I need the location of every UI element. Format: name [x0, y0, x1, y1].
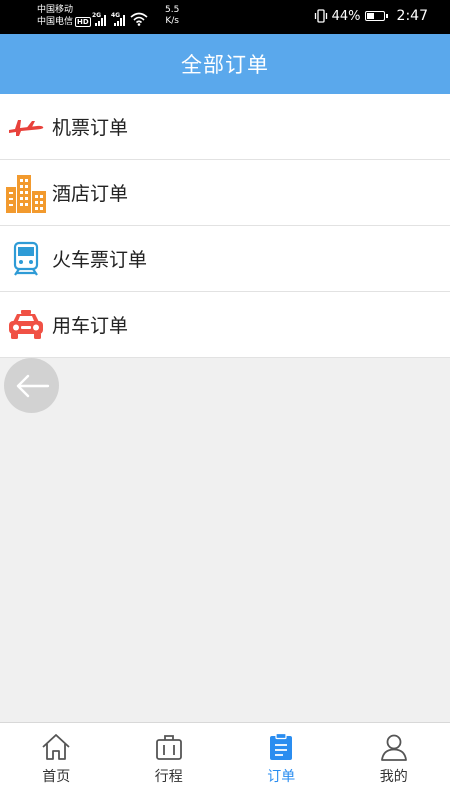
arrow-left-icon: [16, 374, 49, 397]
order-row-hotel[interactable]: 酒店订单: [0, 160, 450, 226]
status-right: 44% 2:47: [314, 8, 428, 24]
home-icon: [41, 732, 71, 762]
tab-orders-label: 订单: [267, 769, 296, 785]
order-row-car[interactable]: 用车订单: [0, 292, 450, 358]
bottom-tab-bar: 首页 行程 订单 我的: [0, 722, 450, 800]
signal-2-icon: 4G: [111, 12, 127, 26]
order-label-train: 火车票订单: [52, 249, 148, 271]
carrier-info: 中国移动 中国电信 HD: [37, 4, 91, 28]
signal-1-icon: 2G: [92, 12, 108, 26]
tab-profile-label: 我的: [379, 769, 408, 785]
suitcase-icon: [154, 732, 184, 762]
tab-itinerary-label: 行程: [154, 769, 183, 785]
order-row-flight[interactable]: 机票订单: [0, 94, 450, 160]
tab-home[interactable]: 首页: [0, 723, 113, 800]
network-speed: 5.5 K/s: [165, 5, 179, 27]
car-icon: [0, 305, 52, 345]
hotel-building-icon: [0, 173, 52, 213]
page-title: 全部订单: [181, 53, 269, 77]
tab-home-label: 首页: [42, 769, 71, 785]
order-label-car: 用车订单: [52, 315, 129, 337]
vibrate-icon: [314, 9, 327, 23]
order-list: 机票订单 酒店订单 火车票订单 用车订单: [0, 94, 450, 358]
order-row-train[interactable]: 火车票订单: [0, 226, 450, 292]
train-icon: [0, 239, 52, 279]
clock: 2:47: [396, 8, 428, 24]
order-label-hotel: 酒店订单: [52, 183, 129, 205]
clipboard-icon: [266, 732, 296, 762]
speed-value: 5.5: [165, 5, 180, 15]
wifi-icon: [130, 12, 148, 26]
battery-percent: 44%: [331, 8, 361, 24]
carrier-1: 中国移动: [37, 5, 74, 15]
carrier-2: 中国电信: [37, 17, 74, 27]
order-label-flight: 机票订单: [52, 117, 129, 139]
airplane-icon: [0, 107, 52, 147]
user-icon: [379, 732, 409, 762]
tab-orders[interactable]: 订单: [225, 723, 338, 800]
speed-unit: K/s: [165, 16, 179, 26]
battery-icon: [364, 11, 388, 21]
page-header: 全部订单: [0, 34, 450, 94]
hd-badge: HD: [75, 17, 91, 27]
tab-itinerary[interactable]: 行程: [113, 723, 226, 800]
signal-indicators: 2G 4G: [92, 8, 148, 26]
status-bar: 中国移动 中国电信 HD 2G 4G 5.5 K/s 44% 2:47: [0, 0, 450, 34]
floating-back-button[interactable]: [4, 358, 59, 413]
tab-profile[interactable]: 我的: [338, 723, 450, 800]
